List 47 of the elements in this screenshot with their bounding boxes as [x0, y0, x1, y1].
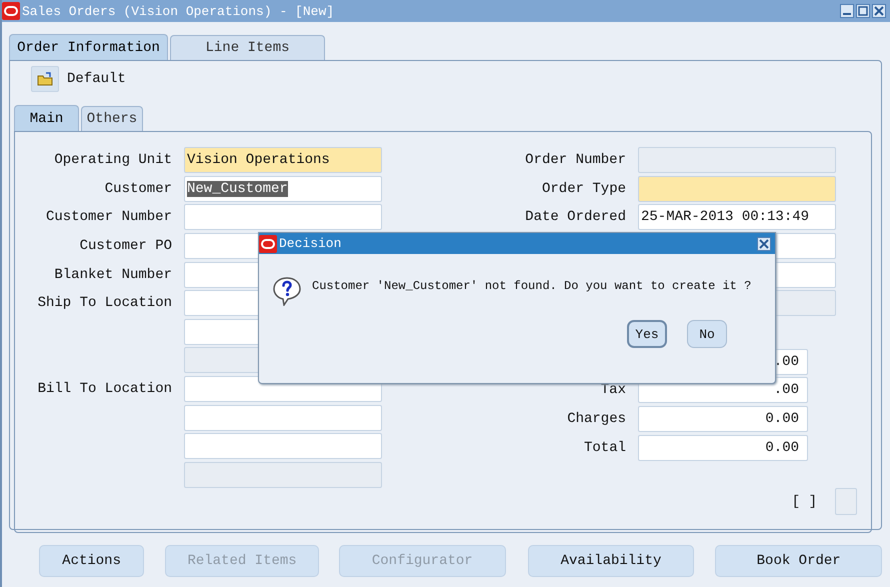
field-label: Total — [582, 440, 626, 456]
folder-icon — [37, 72, 53, 86]
action-button[interactable]: Availability — [528, 545, 694, 577]
field-label: Tax — [600, 382, 626, 398]
input-field[interactable] — [184, 204, 382, 230]
input-field[interactable]: 25-MAR-2013 00:13:49 — [638, 204, 836, 230]
input-field[interactable] — [184, 433, 382, 460]
field-label: Bill To Location — [36, 381, 172, 398]
field-label: Customer — [104, 180, 172, 197]
action-button[interactable]: Book Order — [715, 545, 882, 577]
tab[interactable]: Order Information — [9, 34, 168, 60]
field-label: Blanket Number — [53, 266, 172, 283]
field-label: Charges — [566, 411, 626, 428]
window-title: Sales Orders (Vision Operations) - [New] — [22, 4, 336, 18]
maximize-icon[interactable] — [856, 4, 870, 18]
input-field[interactable]: New_Customer — [184, 176, 382, 202]
minimize-icon[interactable] — [840, 4, 854, 18]
required-field[interactable] — [638, 176, 836, 202]
tab[interactable]: Others — [81, 106, 143, 131]
required-field[interactable]: Vision Operations — [184, 147, 382, 174]
field-label: Operating Unit — [53, 152, 172, 168]
input-field[interactable] — [638, 147, 836, 174]
dialog-button[interactable]: Yes — [627, 320, 667, 348]
question-icon — [272, 276, 302, 306]
action-button[interactable]: Actions — [39, 545, 144, 577]
field-label: Customer Number — [44, 209, 172, 226]
close-icon[interactable] — [757, 236, 771, 250]
dialog-title: Decision — [279, 236, 342, 251]
small-field[interactable] — [835, 488, 857, 516]
folder-button[interactable] — [31, 66, 59, 92]
input-field[interactable]: 0.00 — [638, 434, 808, 461]
dialog-message: Customer 'New_Customer' not found. Do you want to create it ? — [312, 278, 752, 295]
bracket-label: [ ] — [792, 494, 817, 510]
field-label: Date Ordered — [524, 209, 626, 226]
field-label: Order Type — [540, 180, 626, 197]
input-field[interactable]: 0.00 — [638, 406, 808, 432]
tab[interactable]: Main — [14, 105, 79, 131]
field-label: Ship To Location — [36, 295, 172, 312]
tab[interactable]: Line Items — [170, 35, 325, 60]
folder-name: Default — [67, 71, 126, 87]
input-field[interactable] — [184, 462, 382, 488]
app-logo-icon — [2, 2, 20, 20]
field-label: Order Number — [524, 152, 626, 168]
close-icon[interactable] — [872, 4, 886, 18]
field-label: Customer PO — [78, 238, 172, 254]
input-field[interactable] — [184, 404, 382, 431]
dialog-button[interactable]: No — [687, 320, 727, 348]
